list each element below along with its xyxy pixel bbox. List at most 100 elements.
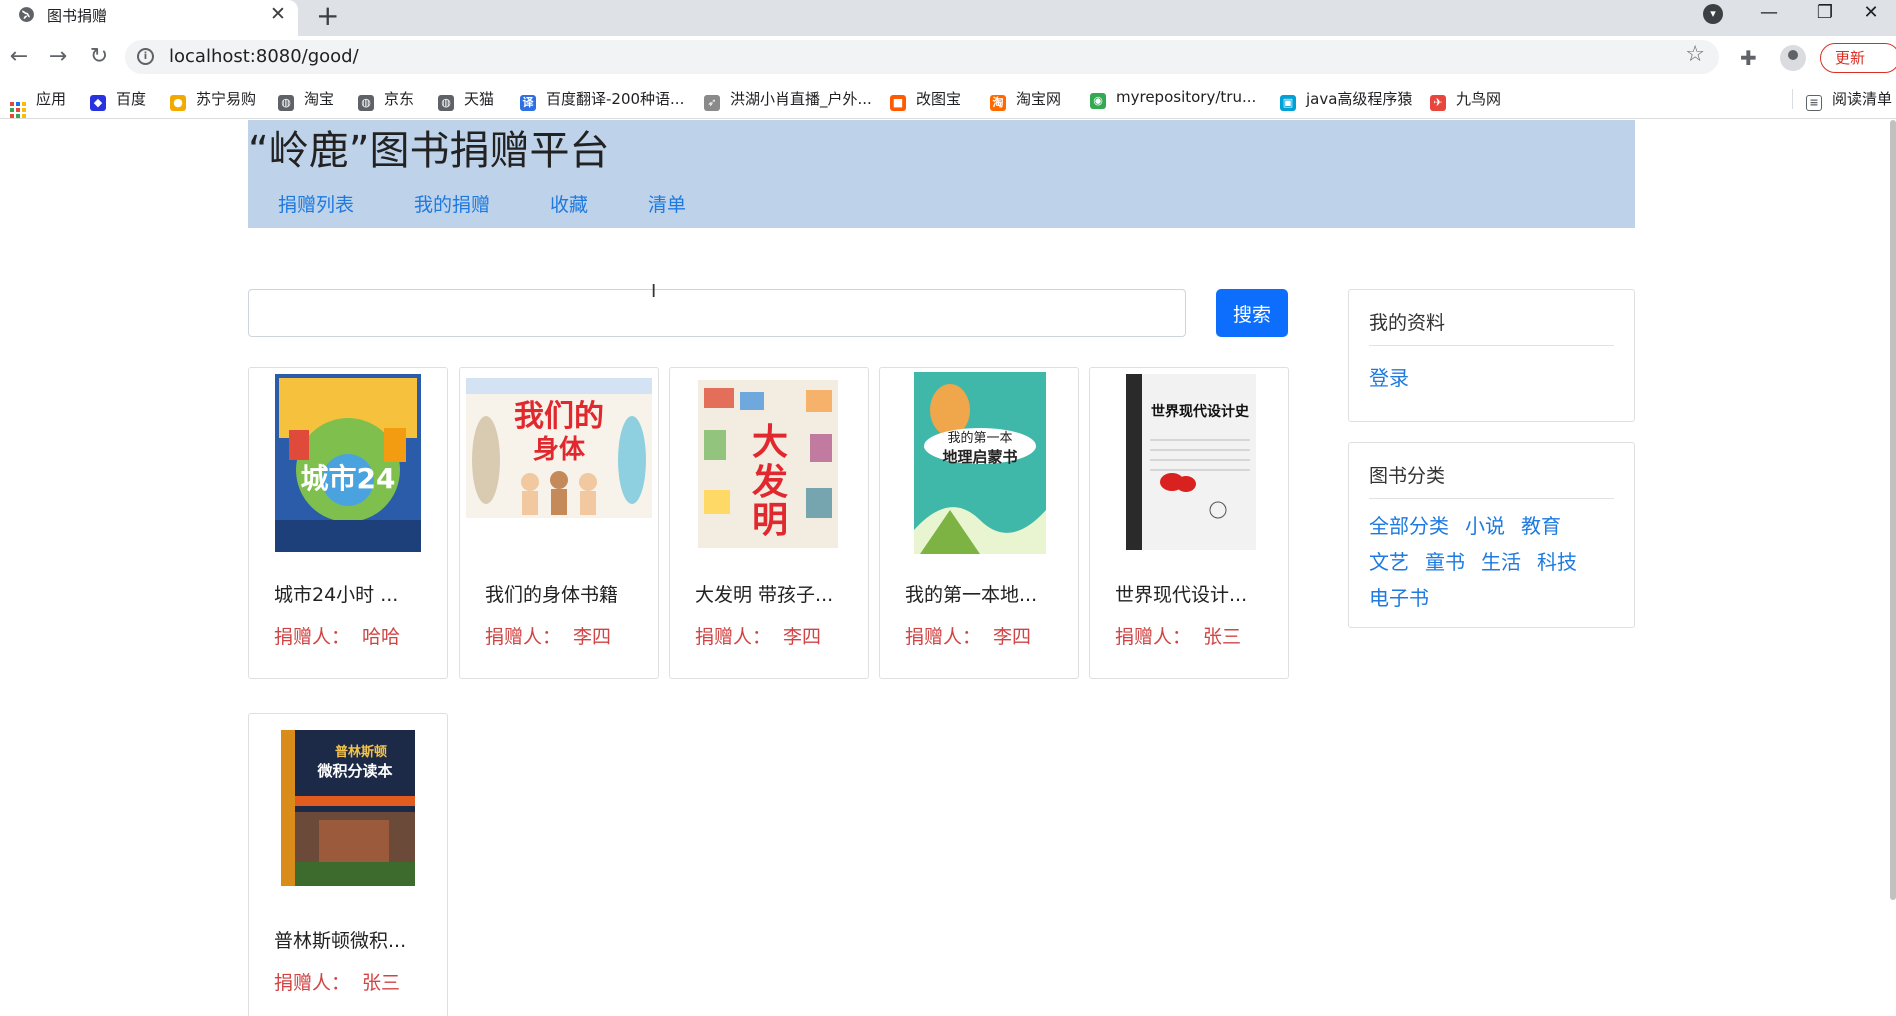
url-text[interactable]: localhost:8080/good/ (169, 46, 359, 67)
bookmark-label: 应用 (36, 90, 67, 108)
book-title[interactable]: 我的第一本地... (905, 580, 1065, 607)
book-card[interactable]: 普林斯顿 微积分读本 普林斯顿微积... 捐赠人： 张三 (248, 713, 448, 1016)
tab-title: 图书捐赠 (47, 7, 108, 25)
translate-icon: 译 (520, 95, 536, 111)
bookmark-item[interactable]: ◍ 天猫 (438, 88, 495, 111)
apps-grid-icon (10, 102, 26, 118)
update-button[interactable]: 更新 (1820, 43, 1896, 73)
book-donor: 捐赠人： 李四 (485, 626, 612, 648)
bookmark-item[interactable]: ▣ java高级程序猿 (1280, 88, 1413, 111)
category-all[interactable]: 全部分类 (1369, 514, 1449, 538)
book-donor: 捐赠人： 张三 (1115, 626, 1242, 648)
browser-tab-strip: 图书捐赠 ✕ + ▾ — ❐ ✕ (0, 0, 1896, 36)
page-scrollbar[interactable] (1890, 120, 1896, 900)
category-ebook[interactable]: 电子书 (1369, 586, 1429, 610)
bookmark-item[interactable]: ◍ 淘宝 (278, 88, 334, 111)
gaitubao-icon: ■ (890, 95, 906, 111)
search-input[interactable] (248, 289, 1186, 337)
bookmarks-bar: ≡ 阅读清单 应用 ◆ 百度 ● 苏宁易购 ◍ 淘宝 ◍ 京东 ◍ 天猫 译百度翻译-200种语... ➶… (0, 79, 1896, 119)
login-link[interactable]: 登录 (1369, 362, 1409, 391)
baidu-icon: ◆ (90, 95, 106, 111)
site-title: “岭鹿”图书捐赠平台 (248, 128, 610, 174)
reading-list-button[interactable]: ≡ 阅读清单 (1806, 88, 1892, 111)
bookmark-label: 百度翻译-200种语... (546, 90, 685, 108)
svg-text:发: 发 (752, 462, 788, 503)
bookmarks-separator (1792, 89, 1793, 109)
site-header: “岭鹿”图书捐赠平台 捐赠列表 我的捐赠 收藏 清单 (248, 120, 1635, 228)
bookmark-item[interactable]: ➶ 洪湖小肖直播_户外... (704, 88, 872, 111)
category-literature[interactable]: 文艺 (1369, 550, 1409, 574)
bird-icon: ✈ (1430, 95, 1446, 111)
book-card[interactable]: 我的第一本 地理启蒙书 我的第一本地... 捐赠人： 李四 (879, 367, 1079, 679)
bookmark-item[interactable]: 译百度翻译-200种语... (520, 88, 685, 111)
book-card[interactable]: 我们的 身体 我们的身体书籍 捐赠人： 李四 (459, 367, 659, 679)
bookmark-item[interactable]: ◉ myrepository/tru... (1090, 88, 1256, 110)
book-title[interactable]: 普林斯顿微积... (274, 926, 434, 953)
bookmark-item[interactable]: ◆ 百度 (90, 88, 147, 111)
search-button[interactable]: 搜索 (1216, 289, 1288, 337)
book-title[interactable]: 世界现代设计... (1115, 580, 1275, 607)
book-title[interactable]: 城市24小时 ... (274, 580, 434, 607)
browser-toolbar: ← → ↻ i localhost:8080/good/ ☆ ✚ 更新 (0, 36, 1896, 79)
info-icon[interactable]: i (137, 48, 154, 65)
bookmark-item[interactable]: 应用 (10, 88, 67, 118)
reload-icon[interactable]: ↻ (84, 42, 114, 72)
browser-tab[interactable]: 图书捐赠 ✕ (0, 0, 298, 36)
taobao-icon: 淘 (990, 95, 1006, 111)
bookmark-item[interactable]: 淘淘宝网 (990, 88, 1061, 111)
svg-text:普林斯顿: 普林斯顿 (335, 744, 387, 760)
tab-close-icon[interactable]: ✕ (270, 3, 286, 25)
bookmark-label: 百度 (116, 90, 147, 108)
page-viewport: “岭鹿”图书捐赠平台 捐赠列表 我的捐赠 收藏 清单 I 搜索 城市24 城市2… (0, 120, 1896, 1016)
chrome-icon: ◉ (1090, 93, 1106, 109)
nav-my-donations[interactable]: 我的捐赠 (414, 190, 490, 217)
category-panel-title: 图书分类 (1369, 461, 1614, 499)
bookmark-item[interactable]: ✈ 九鸟网 (1430, 88, 1501, 111)
new-tab-icon[interactable]: + (316, 0, 339, 32)
book-card[interactable]: 大 发 明 大发明 带孩子... 捐赠人： 李四 (669, 367, 869, 679)
category-list: 全部分类 小说 教育 文艺 童书 生活 科技 电子书 (1369, 509, 1614, 617)
reading-list-icon: ≡ (1806, 95, 1822, 111)
svg-text:身体: 身体 (533, 434, 586, 465)
svg-text:我的第一本: 我的第一本 (947, 430, 1012, 446)
svg-text:世界现代设计史: 世界现代设计史 (1151, 403, 1250, 420)
book-donor: 捐赠人： 张三 (274, 972, 401, 994)
category-children[interactable]: 童书 (1425, 550, 1465, 574)
bookmark-item[interactable]: ● 苏宁易购 (170, 88, 256, 111)
book-donor: 捐赠人： 李四 (905, 626, 1032, 648)
extensions-icon[interactable]: ✚ (1740, 46, 1757, 70)
restore-icon[interactable]: ❐ (1800, 0, 1850, 30)
nav-list[interactable]: 清单 (648, 190, 686, 217)
suning-icon: ● (170, 95, 186, 111)
category-novel[interactable]: 小说 (1465, 514, 1505, 538)
book-title[interactable]: 大发明 带孩子... (695, 580, 855, 607)
book-card[interactable]: 城市24 城市24小时 ... 捐赠人： 哈哈 (248, 367, 448, 679)
profile-panel: 我的资料 登录 (1348, 289, 1635, 422)
svg-text:明: 明 (752, 500, 788, 541)
globe-icon: ◍ (358, 95, 374, 111)
bookmark-item[interactable]: ■ 改图宝 (890, 88, 961, 111)
book-card[interactable]: 世界现代设计史 世界现代设计... 捐赠人： 张三 (1089, 367, 1289, 679)
feather-icon: ➶ (704, 95, 720, 111)
book-title[interactable]: 我们的身体书籍 (485, 580, 645, 607)
category-education[interactable]: 教育 (1521, 514, 1561, 538)
forward-icon[interactable]: → (43, 42, 73, 72)
svg-text:微积分读本: 微积分读本 (316, 762, 392, 780)
minimize-icon[interactable]: — (1744, 0, 1794, 30)
svg-text:我们的: 我们的 (514, 399, 604, 434)
tab-search-icon[interactable]: ▾ (1703, 4, 1723, 24)
back-icon[interactable]: ← (4, 42, 34, 72)
category-tech[interactable]: 科技 (1537, 550, 1577, 574)
profile-avatar-icon[interactable] (1780, 45, 1806, 71)
text-cursor-icon: I (651, 281, 657, 302)
close-window-icon[interactable]: ✕ (1846, 0, 1896, 30)
bookmark-label: 天猫 (464, 90, 495, 108)
bookmark-star-icon[interactable]: ☆ (1685, 42, 1705, 67)
nav-donation-list[interactable]: 捐赠列表 (278, 190, 354, 217)
nav-favorites[interactable]: 收藏 (550, 190, 588, 217)
bookmark-label: java高级程序猿 (1306, 90, 1413, 108)
book-cover-geography: 我的第一本 地理启蒙书 (914, 372, 1046, 554)
category-life[interactable]: 生活 (1481, 550, 1521, 574)
address-bar[interactable]: i localhost:8080/good/ ☆ (125, 40, 1719, 74)
bookmark-item[interactable]: ◍ 京东 (358, 88, 414, 111)
